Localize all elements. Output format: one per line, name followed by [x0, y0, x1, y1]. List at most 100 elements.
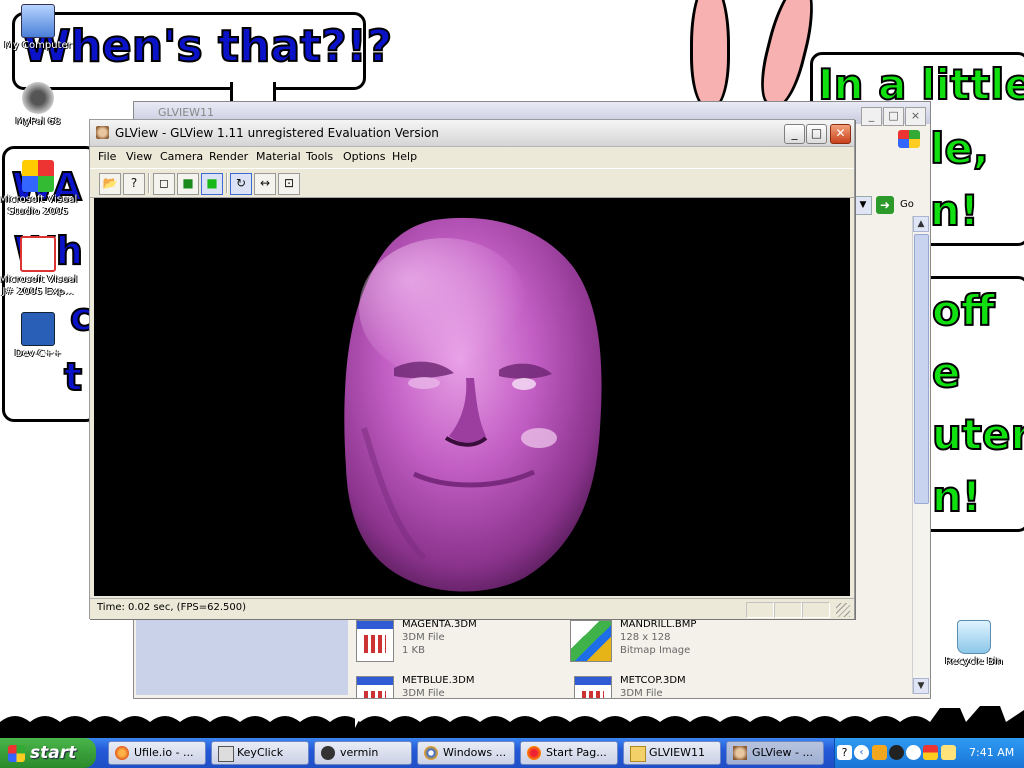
taskbar-button-windows-media[interactable]: Windows ...	[417, 741, 515, 765]
status-panel	[802, 602, 830, 618]
go-arrow-icon: ➜	[876, 196, 894, 214]
scroll-thumb[interactable]	[914, 234, 929, 504]
explorer-vertical-scrollbar[interactable]: ▲ ▼	[912, 216, 929, 694]
3dm-file-icon	[574, 676, 612, 698]
circle-tray-icon[interactable]	[906, 745, 921, 760]
file-item[interactable]: METBLUE.3DM 3DM File	[356, 674, 566, 698]
file-item[interactable]: MAGENTA.3DM 3DM File 1 KB	[356, 618, 566, 666]
status-bar: Time: 0.02 sec, (FPS=62.500)	[90, 598, 854, 619]
wireframe-cube-icon[interactable]: ◻	[153, 173, 175, 195]
file-size: Bitmap Image	[620, 645, 691, 656]
task-label: vermin	[340, 746, 379, 759]
resize-grip-icon[interactable]	[836, 603, 850, 617]
zoom-icon[interactable]: ⊡	[278, 173, 300, 195]
file-item[interactable]: METCOP.3DM 3DM File	[574, 674, 784, 698]
status-panel	[746, 602, 774, 618]
toolbar-separator	[148, 173, 150, 193]
file-name: METCOP.3DM	[620, 675, 686, 686]
taskbar-button-keyclick[interactable]: KeyClick	[211, 741, 309, 765]
desktop-icon-dev-cpp[interactable]: Dev-C++	[0, 312, 78, 360]
taskbar-button-vermin[interactable]: vermin	[314, 741, 412, 765]
flag-tray-icon[interactable]	[923, 745, 938, 760]
help-icon[interactable]: ?	[123, 173, 145, 195]
menu-camera[interactable]: Camera	[160, 150, 203, 163]
keyboard-icon	[218, 746, 234, 762]
taskbar-button-glview11-folder[interactable]: GLVIEW11	[623, 741, 721, 765]
taskbar-button-glview[interactable]: GLView - ...	[726, 741, 824, 765]
glview-title: GLView - GLView 1.11 unregistered Evalua…	[115, 126, 439, 140]
bubble-text: e	[931, 348, 961, 397]
firefox-icon	[115, 746, 129, 760]
explorer-minimize-button[interactable]: _	[861, 107, 882, 126]
file-name: MANDRILL.BMP	[620, 619, 697, 630]
explorer-maximize-button[interactable]: □	[883, 107, 904, 126]
task-label: KeyClick	[237, 746, 284, 759]
file-item[interactable]: MANDRILL.BMP 128 x 128 Bitmap Image	[570, 618, 780, 666]
theater-silhouette-strip	[0, 700, 1024, 738]
pan-icon[interactable]: ↔	[254, 173, 276, 195]
bubble-text: n!	[929, 186, 980, 235]
explorer-close-button[interactable]: ×	[905, 107, 926, 126]
desktop-icon-label: MyPal 68	[15, 116, 61, 127]
menu-bar: File View Camera Render Material Tools O…	[90, 147, 854, 167]
flat-cube-icon[interactable]: ■	[177, 173, 199, 195]
desktop-icon-recycle-bin[interactable]: Recycle Bin	[934, 620, 1014, 668]
desktop-icon-label: My Computer	[4, 40, 72, 51]
3d-head-model	[344, 217, 602, 592]
glview-title-bar[interactable]: GLView - GLView 1.11 unregistered Evalua…	[90, 120, 854, 147]
file-name: METBLUE.3DM	[402, 675, 475, 686]
chevron-left-icon[interactable]: ‹	[854, 745, 869, 760]
maximize-button[interactable]: □	[806, 124, 827, 144]
file-type: 3DM File	[402, 688, 445, 698]
explorer-task-pane	[136, 615, 348, 695]
desktop-icon-visual-studio[interactable]: Microsoft Visual Studio 2005	[0, 160, 78, 218]
start-button[interactable]: start	[0, 738, 96, 768]
open-folder-icon[interactable]: 📂	[99, 173, 121, 195]
rabbit-ear-left	[690, 0, 730, 108]
minimize-button[interactable]: _	[784, 124, 805, 144]
scroll-up-icon[interactable]: ▲	[913, 216, 929, 232]
visual-studio-icon	[22, 160, 54, 192]
bubble-tail	[230, 82, 276, 102]
paint-brush-icon	[570, 620, 612, 662]
menu-file[interactable]: File	[98, 150, 116, 163]
desktop-icon-label: Microsoft Visual Studio 2005	[0, 194, 78, 217]
taskbar-button-ufile[interactable]: Ufile.io - ...	[108, 741, 206, 765]
desktop-icon-vj-sharp[interactable]: Microsoft Visual J# 2005 Exp...	[0, 236, 78, 298]
menu-tools[interactable]: Tools	[306, 150, 333, 163]
scroll-down-icon[interactable]: ▼	[913, 678, 929, 694]
folder-icon	[630, 746, 646, 762]
clock: 7:41 AM	[969, 746, 1015, 759]
address-dropdown-icon[interactable]: ▼	[854, 196, 872, 215]
bubble-text: off	[931, 286, 996, 335]
glview-window[interactable]: GLView - GLView 1.11 unregistered Evalua…	[89, 119, 855, 619]
bubble-text: n!	[931, 472, 982, 521]
close-button[interactable]: ✕	[830, 124, 851, 144]
rotate-icon[interactable]: ↻	[230, 173, 252, 195]
network-tray-icon[interactable]	[872, 745, 887, 760]
menu-view[interactable]: View	[126, 150, 152, 163]
opengl-viewport[interactable]	[94, 198, 850, 596]
mypal-icon	[22, 82, 54, 114]
go-button[interactable]: ➜ Go	[876, 196, 916, 214]
volume-tray-icon[interactable]	[941, 745, 956, 760]
glview-icon	[733, 746, 747, 760]
bug-tray-icon[interactable]	[889, 745, 904, 760]
task-label: Windows ...	[443, 746, 507, 759]
taskbar-button-start-page[interactable]: Start Pag...	[520, 741, 618, 765]
explorer-title: GLVIEW11	[158, 106, 215, 119]
taskbar: start Ufile.io - ... KeyClick vermin Win…	[0, 738, 1024, 768]
menu-render[interactable]: Render	[209, 150, 248, 163]
browser-icon	[527, 746, 541, 760]
desktop-icon-mypal[interactable]: MyPal 68	[0, 82, 78, 128]
menu-material[interactable]: Material	[256, 150, 301, 163]
task-label: GLVIEW11	[649, 746, 706, 759]
desktop-icon-my-computer[interactable]: My Computer	[0, 4, 78, 52]
smooth-cube-icon[interactable]: ■	[201, 173, 223, 195]
menu-options[interactable]: Options	[343, 150, 385, 163]
file-size: 1 KB	[402, 645, 425, 656]
3dm-file-icon	[356, 676, 394, 698]
vj-sharp-icon	[20, 236, 56, 272]
menu-help[interactable]: Help	[392, 150, 417, 163]
help-tray-icon[interactable]: ?	[837, 745, 852, 760]
